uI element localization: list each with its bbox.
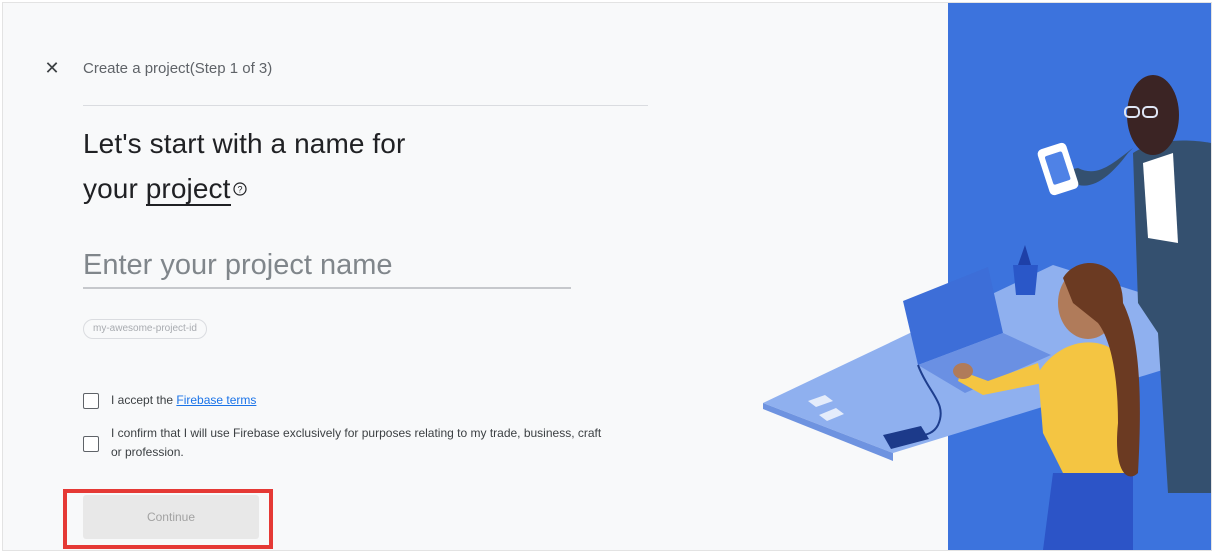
illustration (763, 75, 1211, 550)
woman-jeans (1043, 473, 1133, 550)
plant-pot (1013, 265, 1038, 295)
man-head (1127, 75, 1179, 155)
create-project-dialog: ✕ Create a project(Step 1 of 3) Let's st… (2, 2, 1212, 551)
woman-hand (953, 363, 973, 379)
man-shirt (1143, 153, 1178, 243)
plant-leaf (1018, 245, 1031, 265)
